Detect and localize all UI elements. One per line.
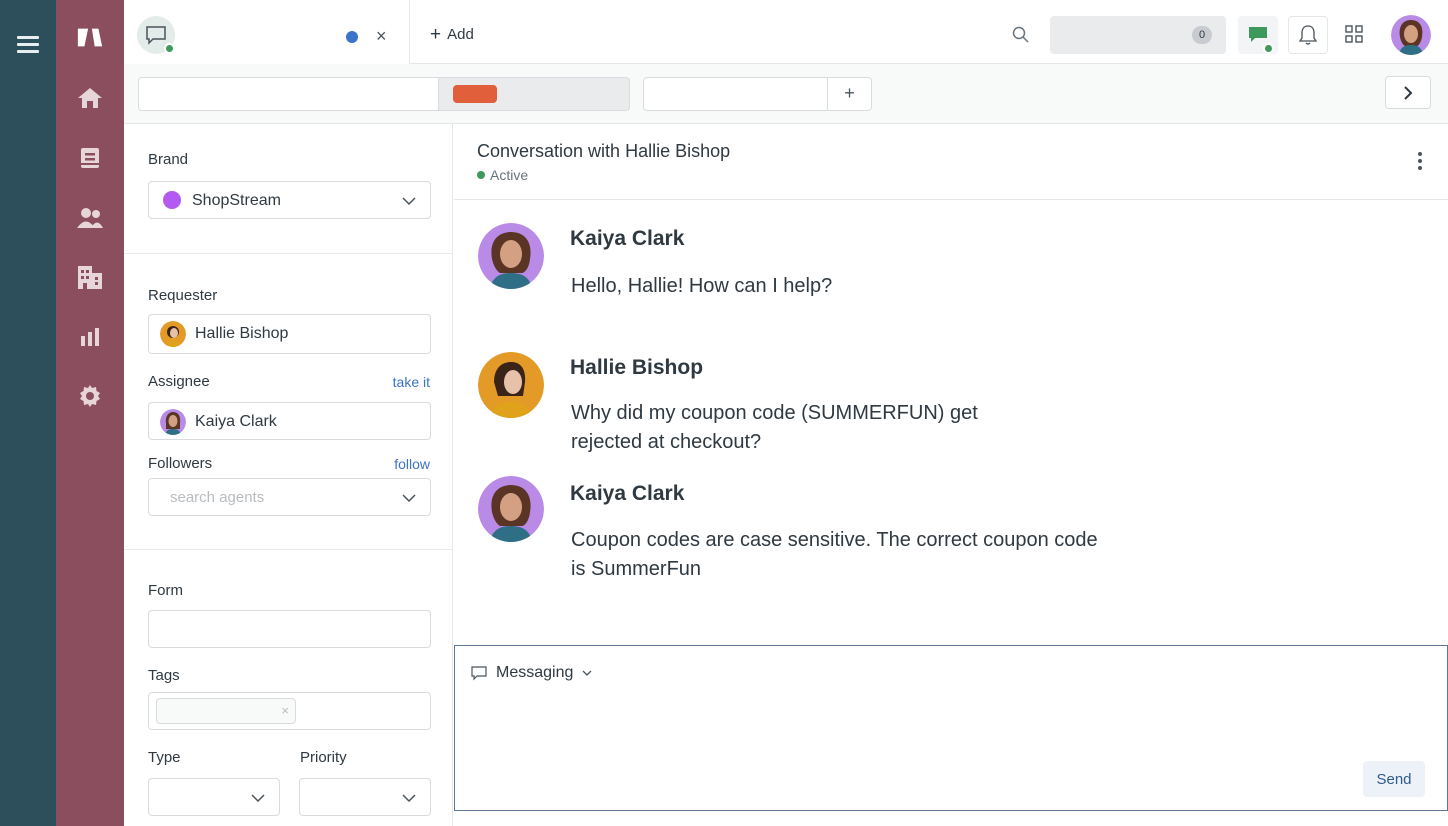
home-icon[interactable] (76, 84, 104, 112)
notifications-button[interactable] (1288, 16, 1328, 54)
users-icon[interactable] (76, 204, 104, 232)
add-secondary-tab-button[interactable]: + (827, 77, 872, 111)
bell-icon (1298, 25, 1318, 45)
tickets-icon[interactable] (76, 144, 104, 172)
chat-status-button[interactable] (1238, 16, 1278, 54)
search-icon[interactable] (1012, 26, 1030, 49)
message-icon (471, 665, 487, 680)
type-label: Type (148, 749, 181, 766)
requester-avatar (160, 321, 186, 347)
chevron-down-icon (402, 794, 416, 802)
tags-label: Tags (148, 667, 180, 684)
secondary-tab[interactable] (643, 77, 829, 111)
conversation-panel: Conversation with Hallie Bishop Active K… (454, 124, 1448, 826)
form-label: Form (148, 582, 183, 599)
assignee-field[interactable]: Kaiya Clark (148, 402, 431, 440)
channel-selector[interactable]: Messaging (471, 664, 592, 682)
agent-avatar (478, 223, 544, 289)
brand-select[interactable]: ShopStream (148, 181, 431, 219)
unread-indicator (346, 31, 358, 43)
hamburger-menu-icon[interactable] (17, 36, 39, 54)
breadcrumb-segment-2[interactable] (314, 77, 439, 111)
organizations-icon[interactable] (76, 263, 104, 291)
priority-select[interactable] (299, 778, 431, 816)
type-select[interactable] (148, 778, 280, 816)
ticket-tab[interactable]: × (124, 0, 410, 64)
more-options-icon[interactable] (1418, 152, 1422, 173)
user-avatar[interactable] (1391, 15, 1431, 55)
brand-label: Brand (148, 151, 189, 168)
product-rail (0, 0, 56, 826)
followers-select[interactable]: search agents (148, 478, 431, 516)
message-author: Kaiya Clark (570, 227, 685, 250)
remove-tag-icon[interactable]: × (281, 703, 289, 718)
notification-count-badge: 0 (1192, 26, 1212, 44)
chevron-down-icon (582, 670, 592, 676)
followers-placeholder: search agents (170, 489, 265, 506)
next-button[interactable] (1385, 76, 1431, 109)
followers-label: Followers (148, 455, 213, 472)
chevron-down-icon (251, 794, 265, 802)
message-text: Why did my coupon code (SUMMERFUN) get r… (571, 402, 978, 453)
conversation-title: Conversation with Hallie Bishop (477, 141, 731, 161)
follow-link[interactable]: follow (394, 456, 430, 472)
assignee-avatar (160, 409, 186, 435)
reports-icon[interactable] (76, 323, 104, 351)
status-pill (453, 85, 497, 103)
chat-icon (1249, 27, 1267, 42)
apps-grid-icon[interactable] (1344, 24, 1364, 49)
chevron-down-icon (402, 197, 416, 205)
ticket-subbar: + (124, 64, 1448, 124)
message-author: Kaiya Clark (570, 482, 685, 505)
search-input[interactable]: 0 (1050, 16, 1226, 54)
conversation-tab-icon (137, 16, 175, 54)
close-tab-icon[interactable]: × (376, 26, 387, 46)
top-bar: × + Add 0 (124, 0, 1448, 64)
conversation-status: Active (477, 167, 528, 183)
breadcrumb-segment-status[interactable] (438, 77, 630, 111)
agent-avatar (478, 476, 544, 542)
tag-chip[interactable]: × (156, 698, 296, 724)
chevron-right-icon (1404, 85, 1413, 100)
breadcrumb-segment-1[interactable] (138, 77, 315, 111)
message-text: Coupon codes are case sensitive. The cor… (571, 529, 1098, 580)
message-composer[interactable]: Messaging Send (454, 645, 1448, 811)
form-select[interactable] (148, 610, 431, 648)
add-tab-button[interactable]: + Add (430, 23, 474, 45)
chevron-down-icon (402, 494, 416, 502)
message-text: Hello, Hallie! How can I help? (571, 275, 833, 297)
ticket-properties-panel: Brand ShopStream Requester Hallie Bishop… (124, 124, 453, 826)
priority-label: Priority (300, 749, 347, 766)
plus-icon: + (430, 23, 442, 45)
requester-message-avatar (478, 352, 544, 418)
conversation-header: Conversation with Hallie Bishop Active (454, 124, 1448, 200)
brand-color-dot (163, 191, 181, 209)
status-dot (477, 171, 485, 179)
take-it-link[interactable]: take it (393, 374, 430, 390)
send-button[interactable]: Send (1363, 761, 1425, 797)
assignee-label: Assignee (148, 373, 210, 390)
requester-field[interactable]: Hallie Bishop (148, 314, 431, 354)
main-nav (56, 0, 124, 826)
message-author: Hallie Bishop (570, 356, 704, 379)
tags-input[interactable]: × (148, 692, 431, 730)
settings-icon[interactable] (76, 382, 104, 410)
logo-icon[interactable] (76, 24, 104, 52)
requester-label: Requester (148, 287, 218, 304)
